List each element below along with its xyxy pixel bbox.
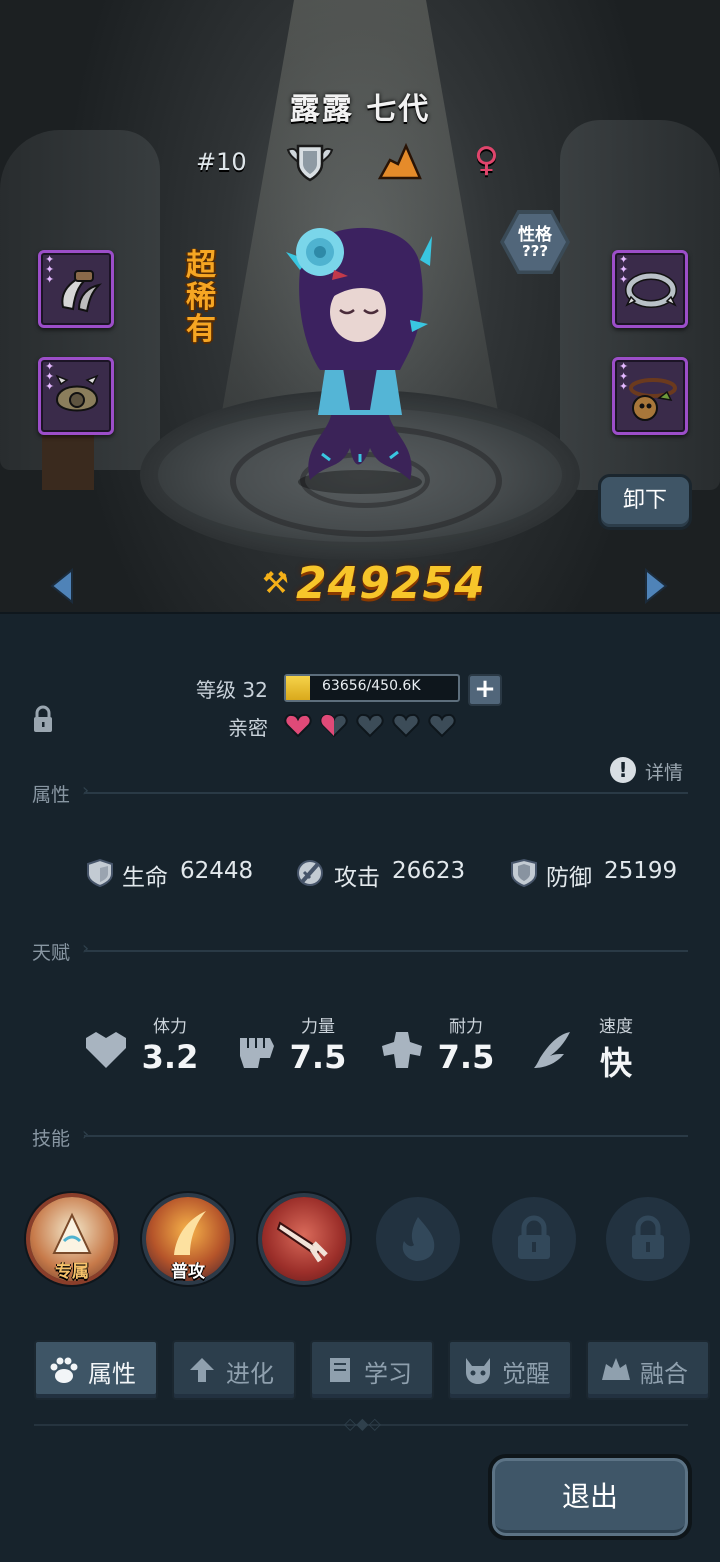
intimacy-label: 亲密	[228, 716, 268, 740]
intimacy-heart-icon	[284, 713, 312, 738]
tab-attributes-label: 属性	[88, 1360, 136, 1388]
monster-rank: #10	[196, 148, 247, 176]
talent-endurance-value: 7.5	[437, 1038, 495, 1076]
exp-text: 63656/450.6K	[322, 678, 421, 694]
intimacy-heart-icon	[428, 713, 456, 738]
add-exp-button[interactable]: +	[468, 674, 502, 706]
evolve-arrow-icon	[190, 1358, 214, 1382]
tab-attributes[interactable]: 属性	[34, 1340, 158, 1400]
book-icon	[330, 1358, 350, 1382]
info-icon[interactable]: !	[610, 757, 636, 783]
locked-flame-icon	[402, 1217, 435, 1261]
details-link[interactable]: 详情	[645, 758, 683, 785]
skill-slot-6[interactable]	[606, 1197, 690, 1281]
monster-showcase: 露露 七代 #10 ♀ 超稀有 性格 ??? ✦✦✦ ✦✦✦ ✦✦✦	[0, 0, 720, 612]
fist-icon	[240, 1038, 274, 1068]
unequip-button[interactable]: 卸下	[598, 474, 692, 530]
previous-monster-arrow-icon[interactable]	[48, 568, 76, 604]
equipment-slot-3[interactable]: ✦ ✦ ✦	[612, 250, 688, 328]
exp-bar-fill	[286, 676, 311, 700]
chevron-right-icon: ›	[82, 938, 90, 959]
exp-bar: 63656/450.6K	[284, 674, 460, 702]
skill-slot-5[interactable]	[492, 1197, 576, 1281]
level-label: 等级 32	[196, 678, 268, 702]
stat-attack-value: 26623	[392, 858, 466, 884]
talent-stamina-name: 体力	[153, 1017, 187, 1037]
rock-terrain-icon[interactable]	[378, 142, 422, 182]
intimacy-heart-icon	[392, 713, 420, 738]
equipment-slot-4[interactable]: ✦ ✦ ✦	[612, 357, 688, 435]
tab-learn-label: 学习	[364, 1360, 412, 1388]
stat-attack-label: 攻击	[334, 865, 380, 891]
divider-ornament: ◇◆◇	[344, 1414, 381, 1433]
tab-awaken[interactable]: 觉醒	[448, 1340, 572, 1400]
normal-attack-icon	[174, 1211, 206, 1255]
exclusive-skill-icon	[52, 1212, 92, 1254]
stat-defense-value: 25199	[604, 858, 678, 884]
section-divider	[84, 1135, 688, 1137]
tab-awaken-label: 觉醒	[502, 1360, 550, 1388]
skill-slot-4[interactable]	[376, 1197, 460, 1281]
intimacy-heart-icon	[356, 713, 384, 738]
tab-evolve[interactable]: 进化	[172, 1340, 296, 1400]
heart-shield-icon	[87, 858, 113, 888]
female-icon: ♀	[474, 140, 499, 180]
personality-badge[interactable]: 性格 ???	[500, 210, 570, 274]
paw-icon	[50, 1357, 78, 1383]
talent-stamina-value: 3.2	[141, 1038, 199, 1076]
fusion-icon	[602, 1358, 630, 1380]
talent-speed-name: 速度	[599, 1017, 633, 1037]
rarity-label: 超稀有	[186, 248, 216, 347]
skills-section-title: 技能	[32, 1128, 71, 1150]
shield-icon	[511, 858, 537, 888]
section-divider	[84, 950, 688, 952]
demon-head-icon	[466, 1358, 490, 1384]
skill-slot-1[interactable]: 专属	[30, 1197, 114, 1282]
sword-strike-icon	[276, 1221, 328, 1263]
heart-icon	[86, 1032, 126, 1068]
tab-fusion-label: 融合	[640, 1360, 688, 1388]
sword-icon	[297, 860, 323, 886]
section-divider	[84, 792, 688, 794]
skill-slot-3[interactable]	[262, 1197, 346, 1281]
talent-strength-value: 7.5	[289, 1038, 347, 1076]
tab-learn[interactable]: 学习	[310, 1340, 434, 1400]
equipment-slot-1[interactable]: ✦ ✦ ✦	[38, 250, 114, 328]
talents-section-title: 天赋	[32, 942, 71, 964]
tab-fusion[interactable]: 融合	[586, 1340, 710, 1400]
combat-power-value: 249254	[296, 558, 486, 609]
attributes-section-title: 属性	[32, 784, 71, 806]
next-monster-arrow-icon[interactable]	[642, 568, 670, 604]
monster-name: 露露 七代	[289, 92, 431, 127]
spiked-shell-icon	[55, 374, 99, 412]
stat-defense-label: 防御	[546, 865, 592, 891]
talent-strength-name: 力量	[301, 1017, 335, 1037]
skill-tag-normal-attack: 普攻	[171, 1262, 205, 1282]
wing-icon	[534, 1032, 570, 1068]
talent-endurance-name: 耐力	[449, 1017, 483, 1037]
stat-hp-label: 生命	[122, 865, 168, 891]
talent-speed-value: 快	[599, 1044, 632, 1082]
muscle-icon	[382, 1032, 422, 1068]
lock-icon	[518, 1215, 550, 1259]
chevron-right-icon: ›	[82, 780, 90, 801]
exit-button[interactable]: 退出	[488, 1454, 692, 1540]
spiked-collar-icon	[625, 272, 677, 308]
lock-icon	[632, 1215, 664, 1259]
tab-evolve-label: 进化	[226, 1360, 274, 1388]
lock-icon[interactable]	[32, 704, 54, 734]
intimacy-heart-icon	[320, 713, 348, 738]
personality-value: ???	[521, 242, 549, 260]
gourd-necklace-icon	[629, 378, 677, 421]
power-icon: ⚒	[262, 566, 289, 601]
equipment-slot-2[interactable]: ✦ ✦ ✦	[38, 357, 114, 435]
winged-shield-icon[interactable]	[284, 140, 336, 184]
skill-slot-2[interactable]: 普攻	[146, 1197, 230, 1282]
monster-sprite[interactable]	[270, 200, 450, 500]
stat-hp-value: 62448	[180, 858, 254, 884]
skill-tag-exclusive: 专属	[55, 1262, 89, 1282]
claw-blade-icon	[61, 270, 103, 313]
